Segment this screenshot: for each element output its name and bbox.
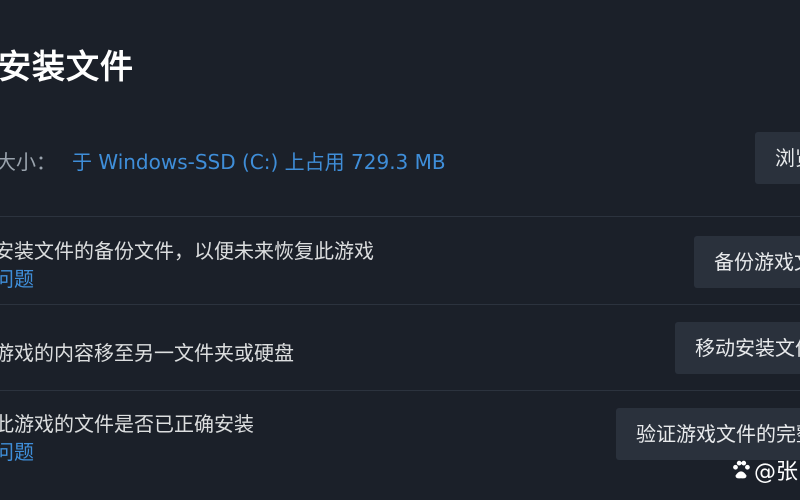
divider [0, 390, 800, 391]
backup-description: 安装文件的备份文件，以便未来恢复此游戏 [0, 239, 374, 263]
backup-game-files-button[interactable]: 备份游戏文 [694, 236, 800, 288]
divider [0, 216, 800, 217]
move-description: 游戏的内容移至另一文件夹或硬盘 [0, 341, 294, 365]
install-files-panel: 安装文件 大小： 于 Windows-SSD (C:) 上占用 729.3 MB… [0, 0, 800, 500]
watermark: @张 [730, 454, 800, 486]
backup-help-link[interactable]: 问题 [0, 263, 34, 292]
install-size-label: 大小： [0, 150, 56, 174]
verify-description: 此游戏的文件是否已正确安装 [0, 412, 254, 436]
page-title: 安装文件 [0, 47, 134, 86]
verify-help-link[interactable]: 问题 [0, 436, 34, 465]
move-install-folder-button[interactable]: 移动安装文件 [675, 322, 800, 374]
divider [0, 304, 800, 305]
watermark-text: @张 [754, 460, 799, 485]
install-size-value: 于 Windows-SSD (C:) 上占用 729.3 MB [72, 150, 446, 174]
paw-icon [733, 460, 750, 479]
browse-button[interactable]: 浏览 [755, 132, 800, 184]
verify-game-files-button[interactable]: 验证游戏文件的完整 [616, 408, 800, 460]
